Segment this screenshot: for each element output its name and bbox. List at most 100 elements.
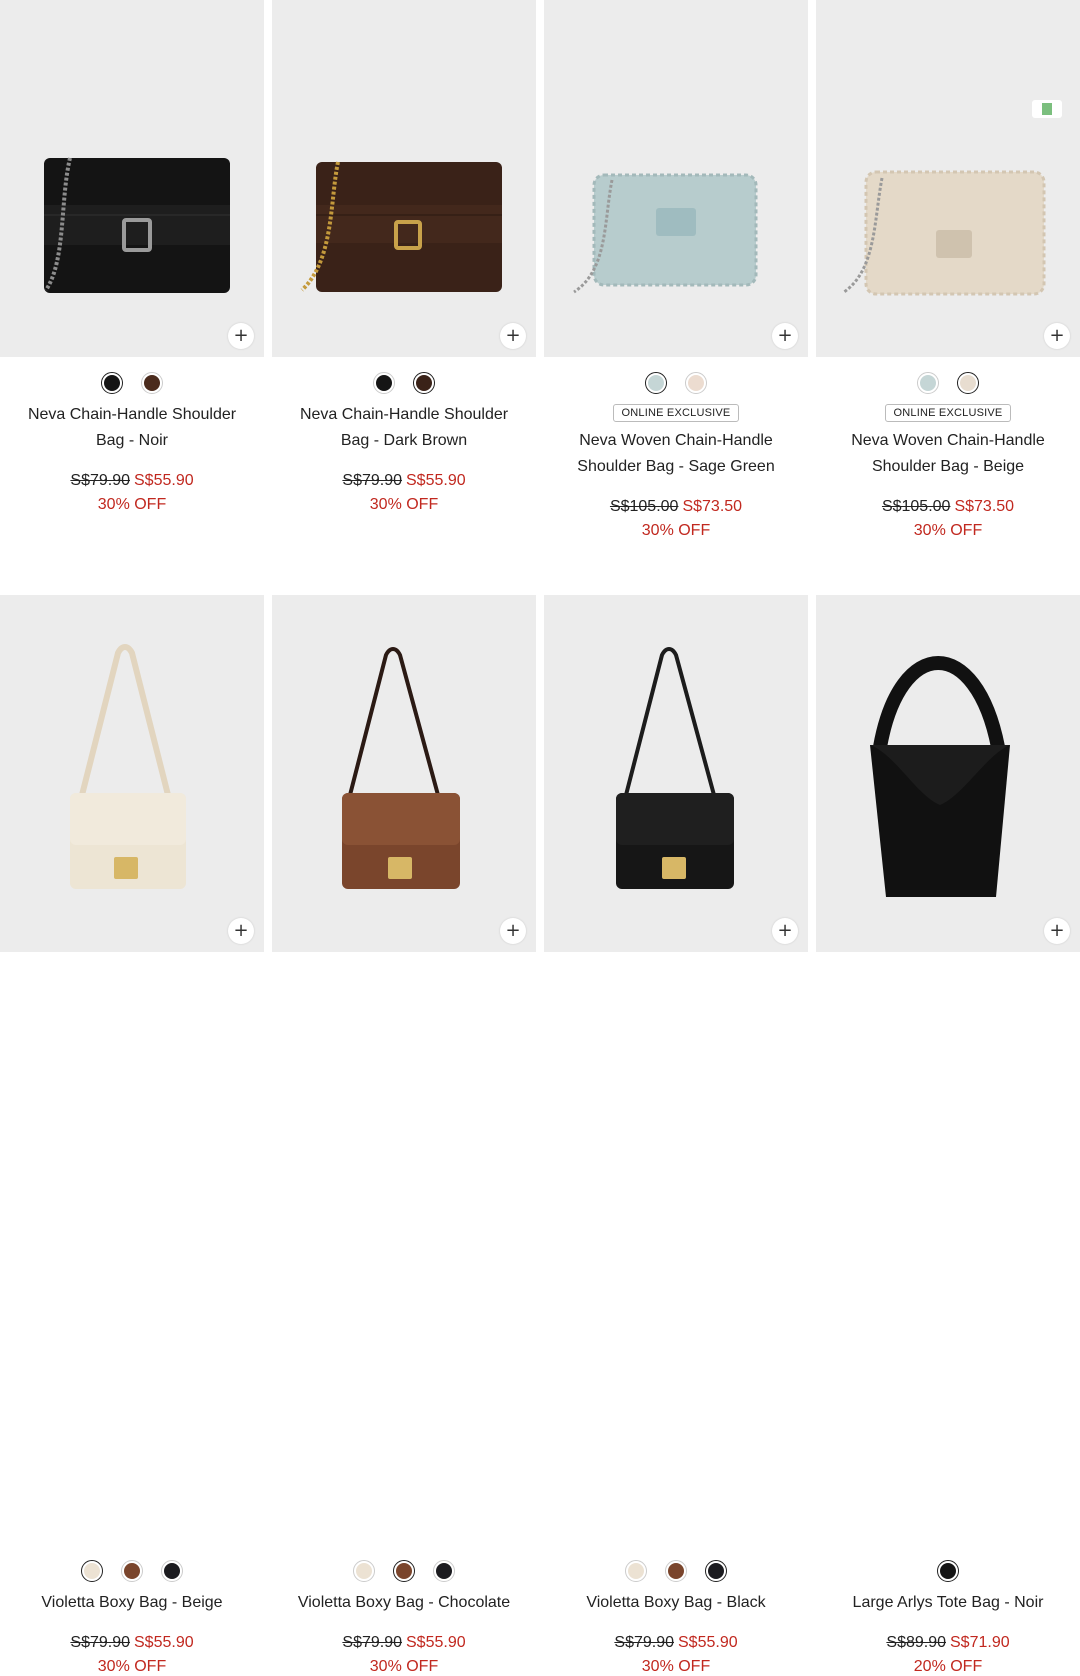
chocolate-boxy-bag-icon [342, 647, 460, 889]
color-swatch[interactable] [705, 1560, 727, 1582]
discount-label: 30% OFF [641, 1658, 711, 1675]
product-image[interactable]: + [272, 595, 536, 952]
black-chain-shoulder-bag-icon [44, 157, 230, 293]
original-price: S$89.90 [886, 1634, 946, 1651]
price-row: S$79.90 S$55.90 [272, 472, 536, 490]
color-swatch[interactable] [917, 372, 939, 394]
plus-icon: + [777, 325, 793, 346]
product-name[interactable]: Violetta Boxy Bag - Chocolate [272, 1590, 536, 1616]
product-info: Violetta Boxy Bag - Beige S$79.90 S$55.90… [0, 1558, 264, 1676]
original-price: S$79.90 [70, 472, 130, 489]
product-image[interactable]: + [272, 0, 536, 357]
sale-price: S$73.50 [682, 498, 743, 515]
plus-icon: + [1049, 920, 1065, 941]
plus-icon: + [505, 325, 521, 346]
product-name[interactable]: Neva Woven Chain-Handle Shoulder Bag - Sa… [544, 428, 808, 480]
color-swatch[interactable] [141, 372, 163, 394]
product-image[interactable]: + [816, 0, 1080, 357]
color-swatch[interactable] [937, 1560, 959, 1582]
sale-price: S$73.50 [954, 498, 1015, 515]
black-boxy-bag-icon [616, 647, 734, 889]
color-swatch[interactable] [957, 372, 979, 394]
product-info: Neva Chain-Handle Shoulder Bag - Noir S$7… [0, 370, 264, 514]
brown-chain-shoulder-bag-icon [300, 161, 502, 292]
product-name[interactable]: Violetta Boxy Bag - Black [544, 1590, 808, 1616]
color-swatch[interactable] [433, 1560, 455, 1582]
product-info: Violetta Boxy Bag - Black S$79.90 S$55.90… [544, 1558, 808, 1676]
plus-icon: + [777, 920, 793, 941]
product-image[interactable]: + [816, 595, 1080, 952]
add-to-cart-button[interactable]: + [500, 323, 526, 349]
sale-price: S$55.90 [406, 1634, 466, 1651]
color-swatch[interactable] [413, 372, 435, 394]
color-swatch[interactable] [685, 372, 707, 394]
color-swatches [272, 1558, 536, 1584]
add-to-cart-button[interactable]: + [228, 918, 254, 944]
plus-icon: + [1049, 325, 1065, 346]
sale-price: S$71.90 [950, 1634, 1010, 1651]
black-tote-bag-icon [870, 656, 1010, 897]
product-image[interactable]: + [544, 0, 808, 357]
price-row: S$79.90 S$55.90 [0, 472, 264, 490]
product-name[interactable]: Neva Woven Chain-Handle Shoulder Bag - Be… [816, 428, 1080, 480]
add-to-cart-button[interactable]: + [1044, 323, 1070, 349]
original-price: S$105.00 [881, 498, 951, 515]
product-image[interactable]: + [0, 0, 264, 357]
plus-icon: + [233, 920, 249, 941]
product-image[interactable]: + [0, 595, 264, 952]
color-swatches [0, 1558, 264, 1584]
color-swatch[interactable] [625, 1560, 647, 1582]
color-swatches [816, 1558, 1080, 1584]
color-swatch[interactable] [121, 1560, 143, 1582]
price-row: S$105.00 S$73.50 [544, 498, 808, 516]
color-swatch[interactable] [393, 1560, 415, 1582]
original-price: S$79.90 [614, 1634, 674, 1651]
sale-price: S$55.90 [134, 1634, 194, 1651]
product-name[interactable]: Violetta Boxy Bag - Beige [0, 1590, 264, 1616]
add-to-cart-button[interactable]: + [772, 918, 798, 944]
product-name[interactable]: Neva Chain-Handle Shoulder Bag - Noir [0, 402, 264, 454]
sale-price: S$55.90 [678, 1634, 738, 1651]
original-price: S$105.00 [609, 498, 679, 515]
discount-label: 30% OFF [97, 1658, 167, 1675]
color-swatches [544, 1558, 808, 1584]
online-exclusive-badge: ONLINE EXCLUSIVE [884, 404, 1012, 422]
product-name[interactable]: Neva Chain-Handle Shoulder Bag - Dark Bro… [272, 402, 536, 454]
product-info: Violetta Boxy Bag - Chocolate S$79.90 S$5… [272, 1558, 536, 1676]
plus-icon: + [505, 920, 521, 941]
price-row: S$79.90 S$55.90 [0, 1634, 264, 1652]
color-swatch[interactable] [81, 1560, 103, 1582]
sale-price: S$55.90 [134, 472, 194, 489]
original-price: S$79.90 [70, 1634, 130, 1651]
add-to-cart-button[interactable]: + [772, 323, 798, 349]
product-info: Neva Chain-Handle Shoulder Bag - Dark Bro… [272, 370, 536, 514]
price-row: S$79.90 S$55.90 [544, 1634, 808, 1652]
add-to-cart-button[interactable]: + [500, 918, 526, 944]
color-swatch[interactable] [665, 1560, 687, 1582]
plus-icon: + [233, 325, 249, 346]
add-to-cart-button[interactable]: + [228, 323, 254, 349]
price-row: S$79.90 S$55.90 [272, 1634, 536, 1652]
color-swatch[interactable] [373, 372, 395, 394]
product-info: ONLINE EXCLUSIVE Neva Woven Chain-Handle… [816, 370, 1080, 540]
product-grid: + Neva Chain-Handle Shoulder Bag - Noir S… [0, 0, 1080, 1675]
color-swatches [816, 370, 1080, 396]
color-swatches [0, 370, 264, 396]
product-image[interactable]: + [544, 595, 808, 952]
product-info: Large Arlys Tote Bag - Noir S$89.90 S$71.… [816, 1558, 1080, 1676]
color-swatch[interactable] [101, 372, 123, 394]
product-info: ONLINE EXCLUSIVE Neva Woven Chain-Handle… [544, 370, 808, 540]
beige-boxy-bag-icon [70, 644, 186, 889]
original-price: S$79.90 [342, 1634, 402, 1651]
discount-label: 30% OFF [913, 522, 983, 539]
sage-woven-shoulder-bag-icon [573, 173, 758, 294]
product-name[interactable]: Large Arlys Tote Bag - Noir [816, 1590, 1080, 1616]
color-swatches [544, 370, 808, 396]
color-swatch[interactable] [353, 1560, 375, 1582]
discount-label: 20% OFF [913, 1658, 983, 1675]
color-swatch[interactable] [161, 1560, 183, 1582]
add-to-cart-button[interactable]: + [1044, 918, 1070, 944]
color-swatch[interactable] [645, 372, 667, 394]
discount-label: 30% OFF [641, 522, 711, 539]
original-price: S$79.90 [342, 472, 402, 489]
